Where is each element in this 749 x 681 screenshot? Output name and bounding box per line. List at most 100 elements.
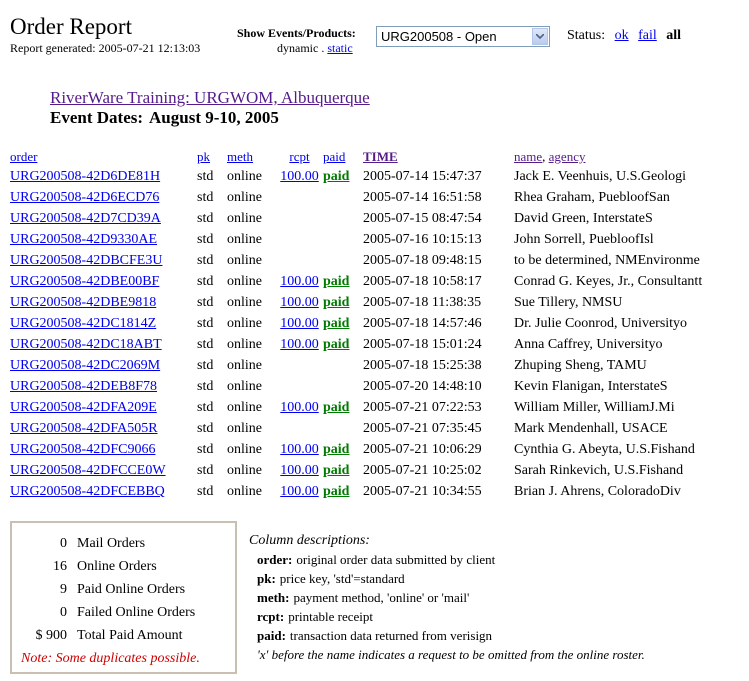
payment-method: online xyxy=(227,295,262,310)
payment-method: online xyxy=(227,274,262,289)
chevron-down-icon[interactable] xyxy=(532,28,548,45)
receipt-link[interactable]: 100.00 xyxy=(280,316,319,331)
status-ok-link[interactable]: ok xyxy=(615,28,629,43)
receipt-link[interactable]: 100.00 xyxy=(280,337,319,352)
summary-box: 0 Mail Orders 16 Online Orders 9 Paid Online … xyxy=(10,521,237,674)
order-link[interactable]: URG200508-42DFA505R xyxy=(10,421,158,436)
summary-count: 0 xyxy=(60,536,67,551)
paid-link[interactable]: paid xyxy=(323,169,349,184)
order-link[interactable]: URG200508-42DBE00BF xyxy=(10,274,159,289)
order-link[interactable]: URG200508-42DFC9066 xyxy=(10,442,155,457)
status-filter: Status: ok fail all xyxy=(567,28,687,44)
receipt-link[interactable]: 100.00 xyxy=(280,400,319,415)
order-link[interactable]: URG200508-42D7CD39A xyxy=(10,211,161,226)
status-label: Status: xyxy=(567,28,606,43)
order-link[interactable]: URG200508-42DBE9818 xyxy=(10,295,156,310)
table-row: URG200508-42DFCCE0W std online 100.00 paid 20… xyxy=(10,460,724,481)
header-comma: , xyxy=(542,149,546,164)
event-select-value: URG200508 - Open xyxy=(381,29,497,44)
order-link[interactable]: URG200508-42DFA209E xyxy=(10,400,157,415)
paid-link[interactable]: paid xyxy=(323,400,349,415)
sort-rcpt-link[interactable]: rcpt xyxy=(289,149,309,164)
table-row: URG200508-42DFA209E std online 100.00 paid 20… xyxy=(10,397,724,418)
payment-method: online xyxy=(227,232,262,247)
order-time: 2005-07-18 10:58:17 xyxy=(363,274,482,289)
table-row: URG200508-42D7CD39A std online 2005-07-15 0… xyxy=(10,208,724,229)
column-descriptions: Column descriptions: order: original orde… xyxy=(249,531,645,664)
event-title-link[interactable]: RiverWare Training: URGWOM, Albuquerque xyxy=(50,88,370,108)
price-key: std xyxy=(197,274,214,289)
paid-link[interactable]: paid xyxy=(323,316,349,331)
receipt-link[interactable]: 100.00 xyxy=(280,463,319,478)
sort-agency-link[interactable]: agency xyxy=(549,149,586,164)
paid-link[interactable]: paid xyxy=(323,337,349,352)
event-select[interactable]: URG200508 - Open xyxy=(376,26,550,47)
view-dynamic: dynamic xyxy=(277,41,319,55)
payment-method: online xyxy=(227,463,262,478)
status-fail-link[interactable]: fail xyxy=(638,28,657,43)
column-text: transaction data returned from verisign xyxy=(289,628,493,643)
table-row: URG200508-42D6ECD76 std online 2005-07-14 1… xyxy=(10,187,724,208)
column-key: rcpt: xyxy=(257,609,285,624)
order-link[interactable]: URG200508-42DC18ABT xyxy=(10,337,162,352)
name-agency: Cynthia G. Abeyta, U.S.Fishand xyxy=(514,442,695,457)
name-agency: Brian J. Ahrens, ColoradoDiv xyxy=(514,484,681,499)
order-time: 2005-07-14 15:47:37 xyxy=(363,169,482,184)
name-agency: Anna Caffrey, Universityo xyxy=(514,337,663,352)
order-link[interactable]: URG200508-42DEB8F78 xyxy=(10,379,157,394)
receipt-link[interactable]: 100.00 xyxy=(280,274,319,289)
sort-time-link[interactable]: TIME xyxy=(363,149,398,164)
column-description: paid: transaction data returned from veri… xyxy=(249,626,645,645)
order-link[interactable]: URG200508-42D6ECD76 xyxy=(10,190,159,205)
name-agency: Dr. Julie Coonrod, Universityo xyxy=(514,316,688,331)
receipt-link[interactable]: 100.00 xyxy=(280,442,319,457)
paid-link[interactable]: paid xyxy=(323,274,349,289)
payment-method: online xyxy=(227,190,262,205)
sort-name-link[interactable]: name xyxy=(514,149,542,164)
table-row: URG200508-42DEB8F78 std online 2005-07-20 1… xyxy=(10,376,724,397)
payment-method: online xyxy=(227,211,262,226)
view-separator: . xyxy=(321,41,325,55)
receipt-link[interactable]: 100.00 xyxy=(280,295,319,310)
summary-row: $ 900 Total Paid Amount xyxy=(22,624,195,647)
order-link[interactable]: URG200508-42DBCFE3U xyxy=(10,253,162,268)
sort-meth-link[interactable]: meth xyxy=(227,149,253,164)
sort-pk-link[interactable]: pk xyxy=(197,149,210,164)
price-key: std xyxy=(197,253,214,268)
sort-paid-link[interactable]: paid xyxy=(323,149,345,164)
order-time: 2005-07-20 14:48:10 xyxy=(363,379,482,394)
order-time: 2005-07-16 10:15:13 xyxy=(363,232,482,247)
paid-link[interactable]: paid xyxy=(323,484,349,499)
order-link[interactable]: URG200508-42DC1814Z xyxy=(10,316,156,331)
order-link[interactable]: URG200508-42D6DE81H xyxy=(10,169,160,184)
column-text: printable receipt xyxy=(288,609,374,624)
order-link[interactable]: URG200508-42DC2069M xyxy=(10,358,160,373)
summary-count: 0 xyxy=(60,605,67,620)
name-agency: John Sorrell, PuebloofIsl xyxy=(514,232,654,247)
paid-link[interactable]: paid xyxy=(323,295,349,310)
order-link[interactable]: URG200508-42DFCEBBQ xyxy=(10,484,165,499)
order-time: 2005-07-21 07:22:53 xyxy=(363,400,482,415)
name-agency: Kevin Flanigan, InterstateS xyxy=(514,379,668,394)
paid-link[interactable]: paid xyxy=(323,463,349,478)
table-row: URG200508-42DBCFE3U std online 2005-07-18 0… xyxy=(10,250,724,271)
table-row: URG200508-42DFCEBBQ std online 100.00 paid 20… xyxy=(10,481,724,502)
table-row: URG200508-42D6DE81H std online 100.00 paid 20… xyxy=(10,166,724,187)
paid-link[interactable]: paid xyxy=(323,442,349,457)
view-static-link[interactable]: static xyxy=(327,41,352,55)
price-key: std xyxy=(197,400,214,415)
sort-order-link[interactable]: order xyxy=(10,149,37,164)
summary-note: Note: Some duplicates possible. xyxy=(21,651,200,666)
price-key: std xyxy=(197,358,214,373)
column-key: meth: xyxy=(257,590,290,605)
table-row: URG200508-42D9330AE std online 2005-07-16 1… xyxy=(10,229,724,250)
price-key: std xyxy=(197,484,214,499)
order-link[interactable]: URG200508-42D9330AE xyxy=(10,232,157,247)
price-key: std xyxy=(197,442,214,457)
order-link[interactable]: URG200508-42DFCCE0W xyxy=(10,463,166,478)
receipt-link[interactable]: 100.00 xyxy=(280,484,319,499)
column-description: rcpt: printable receipt xyxy=(249,607,645,626)
table-row: URG200508-42DBE9818 std online 100.00 paid 20… xyxy=(10,292,724,313)
payment-method: online xyxy=(227,169,262,184)
receipt-link[interactable]: 100.00 xyxy=(280,169,319,184)
